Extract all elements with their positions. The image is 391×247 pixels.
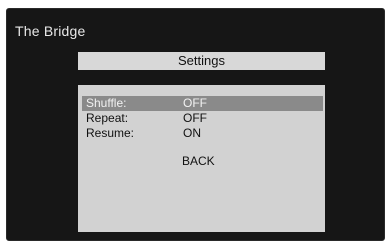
menu-item-value: OFF: [183, 96, 207, 110]
menu-item-repeat[interactable]: Repeat: OFF: [82, 111, 323, 126]
menu-item-label: Repeat:: [86, 111, 129, 125]
menu-item-resume[interactable]: Resume: ON: [82, 126, 323, 141]
app-title: The Bridge: [15, 23, 86, 39]
settings-title: Settings: [78, 52, 325, 70]
menu-item-label: Resume:: [86, 126, 135, 140]
menu-item-value: OFF: [183, 111, 207, 125]
tv-screen: The Bridge Settings Shuffle: OFF Repeat:…: [6, 8, 385, 241]
menu-item-shuffle[interactable]: Shuffle: OFF: [82, 96, 323, 111]
menu-item-value: ON: [183, 126, 201, 140]
menu-item-label: Shuffle:: [86, 96, 127, 110]
back-button[interactable]: BACK: [182, 154, 215, 168]
settings-panel: Shuffle: OFF Repeat: OFF Resume: ON BACK: [78, 85, 325, 232]
